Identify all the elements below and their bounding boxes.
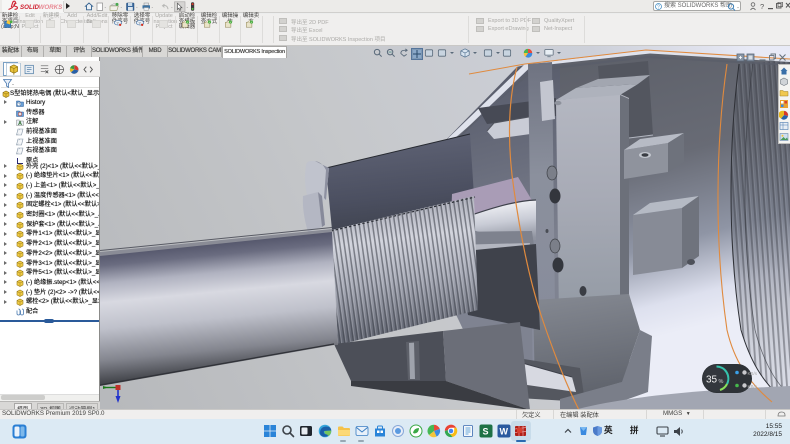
svg-text:-: - [737,5,739,11]
svg-text:-: - [12,82,14,88]
svg-text:?: ? [657,5,660,11]
svg-text:W: W [500,427,509,437]
svg-text:-: - [105,5,107,11]
svg-text:WORKS: WORKS [39,4,64,11]
svg-text:KB/s: KB/s [748,371,758,376]
svg-text:35: 35 [706,375,718,386]
svg-text:-: - [152,5,154,11]
svg-text:S: S [483,427,489,437]
svg-text:-: - [187,5,189,11]
svg-text:A: A [18,121,22,126]
svg-text:?: ? [138,21,140,25]
svg-text:%: % [719,379,724,385]
svg-text:SOLID: SOLID [20,4,39,11]
svg-text:KB/s: KB/s [748,384,758,389]
svg-text:-: - [136,5,138,11]
svg-text:-: - [121,5,123,11]
svg-text:-: - [171,5,173,11]
svg-text:?: ? [760,2,764,11]
svg-text:?: ? [116,21,118,25]
